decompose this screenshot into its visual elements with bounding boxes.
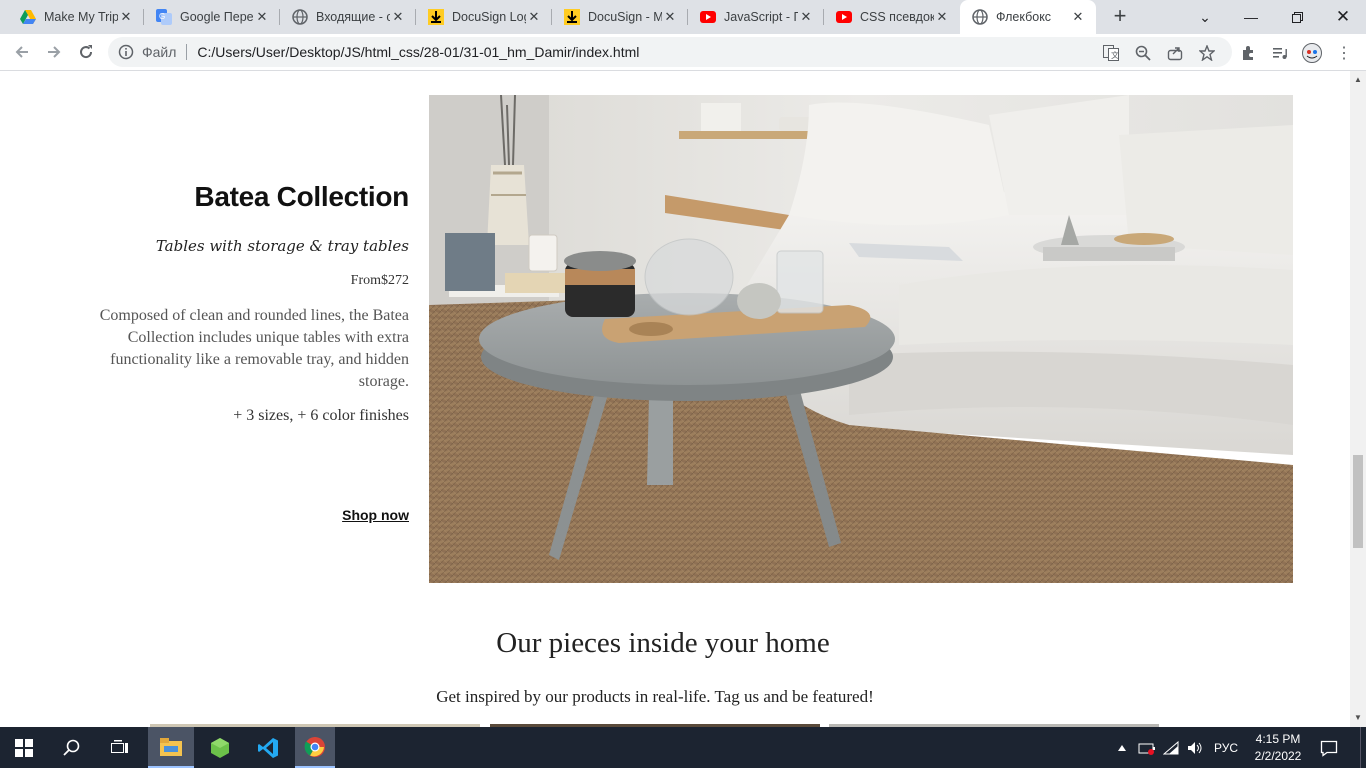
tab-make-my-trip[interactable]: Make My Trip ✕	[8, 0, 144, 34]
site-info-icon[interactable]	[118, 44, 134, 60]
close-tab-icon[interactable]: ✕	[390, 9, 406, 25]
globe-icon	[292, 9, 308, 25]
inspiration-title: Our pieces inside your home	[496, 627, 830, 659]
url-text[interactable]: C:/Users/User/Desktop/JS/html_css/28-01/…	[197, 44, 639, 60]
browser-toolbar: Файл C:/Users/User/Desktop/JS/html_css/2…	[0, 34, 1366, 71]
tab-title: Google Переводчик	[180, 10, 254, 24]
minimize-button[interactable]: —	[1228, 0, 1274, 34]
tab-title: Входящие - chessmasterproject	[316, 10, 390, 24]
inspiration-subtitle: Get inspired by our products in real-lif…	[436, 687, 874, 706]
close-tab-icon[interactable]: ✕	[254, 9, 270, 25]
collection-price: From$272	[350, 273, 409, 288]
notifications-icon[interactable]	[1314, 727, 1344, 768]
new-tab-button[interactable]: +	[1108, 5, 1132, 29]
tab-google-translate[interactable]: G Google Переводчик ✕	[144, 0, 280, 34]
network-icon[interactable]	[1160, 727, 1182, 768]
volume-icon[interactable]	[1184, 727, 1206, 768]
close-tab-icon[interactable]: ✕	[798, 9, 814, 25]
living-room-illustration	[429, 95, 1293, 583]
system-clock[interactable]: 4:15 PM 2/2/2022	[1246, 731, 1310, 765]
page-viewport: Batea Collection Tables with storage & t…	[0, 71, 1350, 727]
profile-avatar-icon[interactable]	[1302, 43, 1322, 63]
close-tab-icon[interactable]: ✕	[118, 9, 134, 25]
close-tab-icon[interactable]: ✕	[526, 9, 542, 25]
node-app-icon[interactable]	[196, 727, 244, 768]
collection-subtitle: Tables with storage & tray tables	[155, 237, 409, 255]
translate-icon[interactable]: 文	[1102, 44, 1120, 62]
page-scrollbar[interactable]: ▲ ▼	[1350, 71, 1366, 727]
google-drive-icon	[20, 9, 36, 25]
tab-docusign-manage[interactable]: DocuSign - Manage ✕	[552, 0, 688, 34]
task-view-icon[interactable]	[96, 727, 144, 768]
tab-title: CSS псевдоклассы	[860, 10, 934, 24]
collection-description: Composed of clean and rounded lines, the…	[99, 307, 409, 390]
tray-expand-icon[interactable]	[1112, 727, 1132, 768]
tab-search-icon[interactable]: ⌄	[1182, 0, 1228, 34]
docusign-icon	[564, 9, 580, 25]
reload-button[interactable]	[72, 38, 100, 66]
tab-javascript[interactable]: JavaScript - Псевдоклассы ✕	[688, 0, 824, 34]
language-indicator[interactable]: РУС	[1208, 727, 1244, 768]
tab-title: Флекбокс	[996, 10, 1052, 24]
back-button[interactable]	[8, 38, 36, 66]
close-window-button[interactable]: ✕	[1320, 0, 1366, 34]
svg-text:文: 文	[1111, 50, 1119, 60]
tab-css[interactable]: CSS псевдоклассы ✕	[824, 0, 960, 34]
share-icon[interactable]	[1166, 44, 1184, 62]
docusign-icon	[428, 9, 444, 25]
collection-info: Batea Collection Tables with storage & t…	[60, 181, 410, 523]
batea-collection-photo	[429, 95, 1293, 583]
collection-title: Batea Collection	[194, 181, 409, 212]
close-tab-icon[interactable]: ✕	[1070, 9, 1086, 25]
scrollbar-thumb[interactable]	[1353, 455, 1363, 548]
tab-title: DocuSign Login	[452, 10, 526, 24]
windows-taskbar: РУС 4:15 PM 2/2/2022	[0, 727, 1366, 768]
scroll-up-arrow-icon[interactable]: ▲	[1353, 75, 1363, 85]
file-explorer-icon[interactable]	[148, 727, 194, 768]
forward-button[interactable]	[40, 38, 68, 66]
collection-variants: + 3 sizes, + 6 color finishes	[233, 407, 409, 424]
youtube-icon	[836, 9, 852, 25]
chrome-icon[interactable]	[295, 727, 335, 768]
tab-title: DocuSign - Manage	[588, 10, 662, 24]
zoom-icon[interactable]	[1134, 44, 1152, 62]
scroll-down-arrow-icon[interactable]: ▼	[1353, 713, 1363, 723]
search-icon[interactable]	[48, 727, 96, 768]
clock-time: 4:15 PM	[1255, 732, 1301, 746]
media-control-icon[interactable]	[1270, 43, 1290, 63]
google-translate-icon: G	[156, 9, 172, 25]
divider	[186, 44, 188, 60]
battery-icon[interactable]	[1136, 727, 1158, 768]
tab-title: Make My Trip	[44, 10, 118, 24]
scheme-label: Файл	[142, 44, 177, 60]
tab-inbox[interactable]: Входящие - chessmasterproject ✕	[280, 0, 416, 34]
menu-icon[interactable]: ⋮	[1334, 43, 1354, 63]
svg-text:G: G	[159, 12, 165, 21]
youtube-icon	[700, 9, 716, 25]
clock-date: 2/2/2022	[1254, 749, 1302, 763]
bookmark-star-icon[interactable]	[1198, 44, 1216, 62]
address-bar[interactable]: Файл C:/Users/User/Desktop/JS/html_css/2…	[108, 37, 1232, 67]
globe-icon	[972, 9, 988, 25]
tab-strip: Make My Trip ✕ G Google Переводчик ✕ Вхо…	[0, 0, 1366, 34]
tab-flexbox[interactable]: Флекбокс ✕	[960, 0, 1096, 34]
tab-title: JavaScript - Псевдоклассы	[724, 10, 798, 24]
restore-button[interactable]	[1274, 0, 1320, 34]
close-tab-icon[interactable]: ✕	[934, 9, 950, 25]
shop-now-link[interactable]: Shop now	[342, 507, 409, 523]
vscode-icon[interactable]	[244, 727, 292, 768]
close-tab-icon[interactable]: ✕	[662, 9, 678, 25]
show-desktop-button[interactable]	[1360, 727, 1366, 768]
extensions-icon[interactable]	[1238, 43, 1258, 63]
windows-start-icon[interactable]	[0, 727, 48, 768]
tab-docusign-login[interactable]: DocuSign Login ✕	[416, 0, 552, 34]
